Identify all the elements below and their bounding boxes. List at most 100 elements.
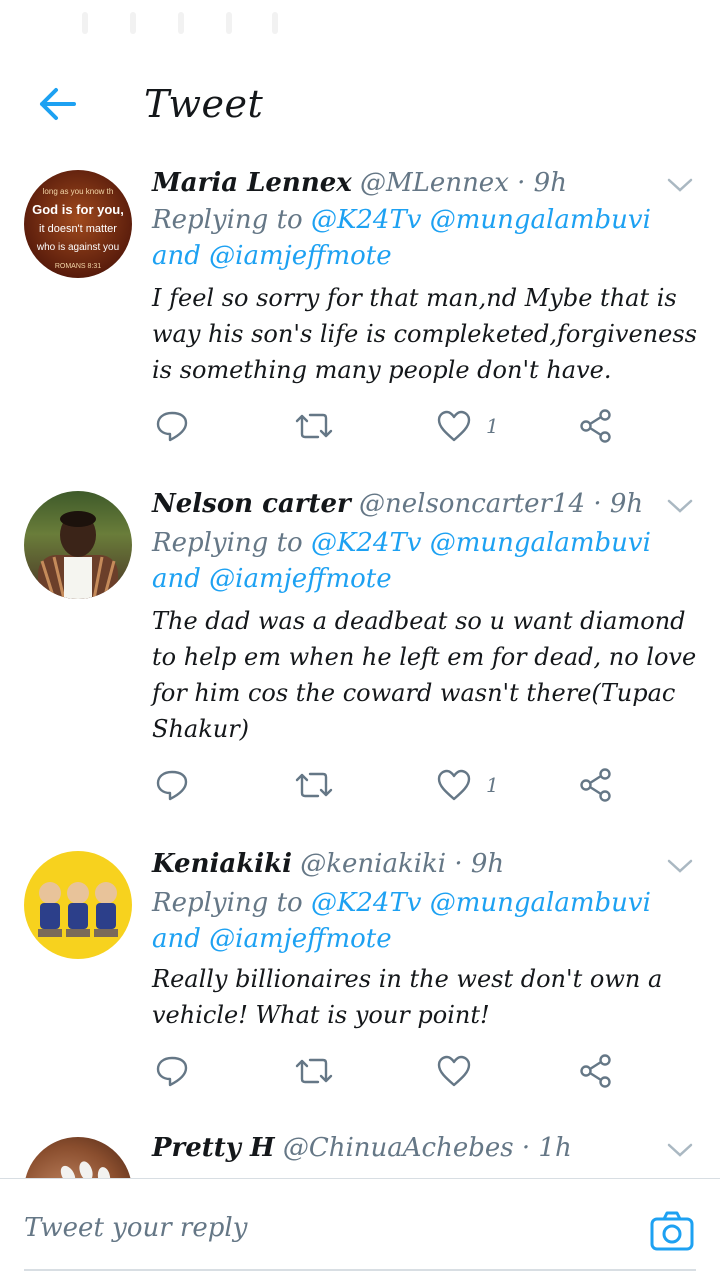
status-indicator (272, 12, 278, 34)
chevron-down-icon (667, 1143, 693, 1157)
tweet-text: I feel so sorry for that man,nd Mybe tha… (152, 284, 697, 384)
camera-button[interactable] (648, 1209, 696, 1253)
tweet-actions (152, 1053, 632, 1093)
tweet-header: Pretty H @ChinuaAchebes · 1h (152, 1133, 572, 1163)
mention-link[interactable]: @mungalambuvi (430, 888, 651, 918)
avatar-text: God is for you, (32, 202, 124, 217)
tweet-menu-button[interactable] (666, 497, 694, 515)
like-icon (437, 410, 471, 442)
timestamp: · 9h (517, 168, 567, 198)
tweet-text: Really billionaires in the west don't ow… (152, 965, 663, 1029)
reply-tweet[interactable]: Pretty H @ChinuaAchebes · 1h (0, 1113, 720, 1178)
reply-button[interactable] (154, 1053, 194, 1093)
avatar[interactable] (24, 491, 132, 599)
reply-button[interactable] (154, 767, 194, 807)
reply-icon (156, 770, 188, 801)
avatar-text: long as you know th (43, 187, 114, 196)
mention-and[interactable]: and (152, 241, 201, 271)
avatar-text: ROMANS 8:31 (55, 263, 101, 270)
avatar-text: it doesn't matter (39, 223, 117, 235)
like-button[interactable]: 1 (436, 767, 516, 807)
retweet-icon (295, 772, 333, 798)
tweet-header: Nelson carter @nelsoncarter14 · 9h (152, 489, 643, 519)
mention-and[interactable]: and (152, 924, 201, 954)
status-indicator (178, 12, 184, 34)
tweet-menu-button[interactable] (666, 1141, 694, 1159)
mention-link[interactable]: @iamjeffmote (209, 924, 391, 954)
status-indicator (226, 12, 232, 34)
mention-link[interactable]: @K24Tv (311, 528, 422, 558)
tweet-header: Keniakiki @keniakiki · 9h (152, 849, 504, 879)
camera-icon (650, 1211, 694, 1251)
retweet-button[interactable] (294, 1053, 334, 1093)
avatar[interactable] (24, 1137, 132, 1178)
like-count: 1 (486, 773, 499, 797)
share-button[interactable] (578, 1053, 618, 1093)
display-name[interactable]: Maria Lennex (152, 168, 352, 198)
display-name[interactable]: Keniakiki (152, 849, 292, 879)
mention-link[interactable]: @mungalambuvi (430, 205, 651, 235)
avatar-image (60, 1161, 111, 1178)
replying-to: Replying to @K24Tv @mungalambuvi and @ia… (152, 885, 692, 957)
avatar-text: who is against you (36, 242, 119, 253)
page-title: Tweet (144, 82, 264, 126)
chevron-down-icon (667, 178, 693, 192)
top-app-bar: Tweet (0, 50, 720, 161)
avatar[interactable]: long as you know th God is for you, it d… (24, 170, 132, 278)
user-handle: @ChinuaAchebes (282, 1133, 514, 1163)
tweet-header: Maria Lennex @MLennex · 9h (152, 168, 567, 198)
status-indicator (130, 12, 136, 34)
chevron-down-icon (667, 499, 693, 513)
user-handle: @nelsoncarter14 (359, 489, 586, 519)
like-icon (437, 769, 471, 801)
reply-input[interactable] (24, 1203, 624, 1253)
timestamp: · 9h (454, 849, 505, 879)
replying-to-label: Replying to (152, 888, 303, 918)
replying-to: Replying to @K24Tv @mungalambuvi and @ia… (152, 202, 692, 274)
display-name[interactable]: Pretty H (152, 1133, 275, 1163)
tweet-text: The dad was a deadbeat so u want diamond… (152, 607, 697, 743)
tweet-actions: 1 (152, 767, 632, 807)
share-button[interactable] (578, 767, 618, 807)
mention-link[interactable]: @iamjeffmote (209, 564, 391, 594)
retweet-button[interactable] (294, 408, 334, 448)
avatar-image: long as you know th God is for you, it d… (32, 187, 124, 270)
chevron-down-icon (667, 859, 693, 873)
like-button[interactable]: 1 (436, 408, 516, 448)
reply-icon (156, 1056, 188, 1087)
reply-tweet[interactable]: long as you know th God is for you, it d… (0, 160, 720, 468)
avatar-image (38, 511, 118, 599)
tweet-menu-button[interactable] (666, 176, 694, 194)
mention-and[interactable]: and (152, 564, 201, 594)
share-icon (580, 409, 611, 443)
reply-tweet[interactable]: Nelson carter @nelsoncarter14 · 9h Reply… (0, 467, 720, 828)
share-icon (580, 1054, 611, 1088)
like-count: 1 (486, 414, 499, 438)
tweet-menu-button[interactable] (666, 857, 694, 875)
like-icon (437, 1055, 471, 1087)
back-button[interactable] (34, 84, 78, 124)
status-bar (0, 0, 720, 50)
avatar-image (38, 882, 118, 937)
mention-link[interactable]: @K24Tv (311, 205, 422, 235)
reply-tweet[interactable]: Keniakiki @keniakiki · 9h Replying to @K… (0, 827, 720, 1114)
avatar[interactable] (24, 851, 132, 959)
mention-link[interactable]: @iamjeffmote (209, 241, 391, 271)
replying-to: Replying to @K24Tv @mungalambuvi and @ia… (152, 525, 692, 597)
retweet-button[interactable] (294, 767, 334, 807)
like-button[interactable] (436, 1053, 516, 1093)
tweet-actions: 1 (152, 408, 632, 448)
input-underline (24, 1269, 696, 1271)
back-arrow-icon (40, 88, 76, 120)
reply-button[interactable] (154, 408, 194, 448)
status-indicator (82, 12, 88, 34)
mention-link[interactable]: @K24Tv (311, 888, 422, 918)
display-name[interactable]: Nelson carter (152, 489, 351, 519)
mention-link[interactable]: @mungalambuvi (430, 528, 651, 558)
reply-composer (0, 1178, 720, 1281)
reply-icon (156, 411, 188, 442)
user-handle: @keniakiki (300, 849, 447, 879)
user-handle: @MLennex (360, 168, 509, 198)
share-button[interactable] (578, 408, 618, 448)
retweet-icon (295, 1058, 333, 1084)
